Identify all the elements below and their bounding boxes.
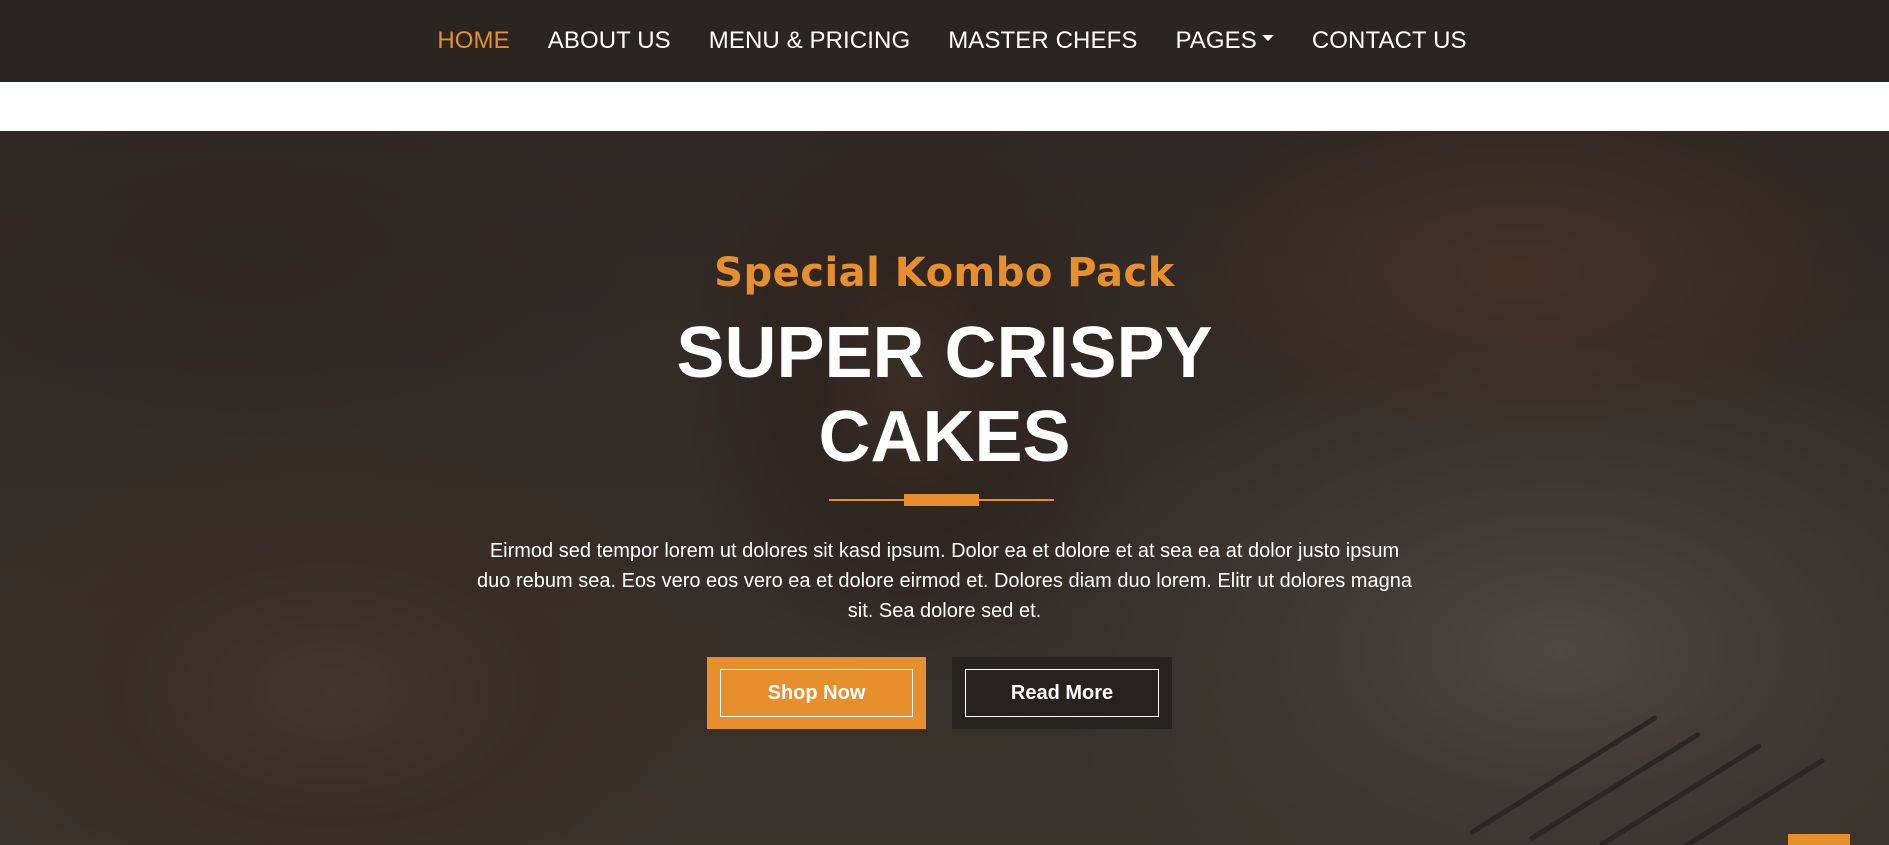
caret-down-icon [1261, 35, 1274, 41]
nav-item-pages-label: PAGES [1175, 27, 1257, 54]
back-to-top-button[interactable] [1788, 834, 1850, 845]
read-more-button[interactable]: Read More [952, 657, 1172, 729]
hero-subtitle: Special Kombo Pack [714, 250, 1175, 296]
nav-item-about-us[interactable]: ABOUT US [529, 27, 690, 55]
hero-title-line1: SUPER CRISPY [676, 313, 1213, 393]
nav-item-about-us-label: ABOUT US [547, 27, 671, 54]
nav-item-master-chefs[interactable]: MASTER CHEFS [929, 27, 1156, 55]
nav-menu: HOME ABOUT US MENU & PRICING MASTER CHEF… [418, 27, 1485, 55]
nav-item-contact-us-label: CONTACT US [1311, 27, 1467, 54]
hero-content: Special Kombo Pack SUPER CRISPY CAKES Ei… [0, 131, 1889, 845]
top-navbar: HOME ABOUT US MENU & PRICING MASTER CHEF… [0, 0, 1889, 82]
nav-item-contact-us[interactable]: CONTACT US [1293, 27, 1486, 55]
shop-now-button-label: Shop Now [720, 669, 913, 717]
hero-title-line2: CAKES [818, 397, 1071, 477]
hero-description: Eirmod sed tempor lorem ut dolores sit k… [477, 540, 1412, 622]
hero-title: SUPER CRISPY CAKES [0, 311, 1889, 479]
divider-center-bar [904, 494, 979, 506]
hero-section: Special Kombo Pack SUPER CRISPY CAKES Ei… [0, 131, 1889, 845]
nav-item-pages-dropdown[interactable]: PAGES [1156, 27, 1292, 55]
nav-item-home-label: HOME [437, 27, 510, 54]
read-more-button-label: Read More [965, 669, 1159, 717]
nav-item-home[interactable]: HOME [418, 27, 528, 55]
white-spacer [0, 82, 1889, 131]
nav-item-menu-pricing[interactable]: MENU & PRICING [690, 27, 929, 55]
shop-now-button[interactable]: Shop Now [707, 657, 926, 729]
title-divider [829, 494, 1054, 506]
nav-item-master-chefs-label: MASTER CHEFS [948, 27, 1138, 54]
nav-item-menu-pricing-label: MENU & PRICING [708, 27, 911, 54]
